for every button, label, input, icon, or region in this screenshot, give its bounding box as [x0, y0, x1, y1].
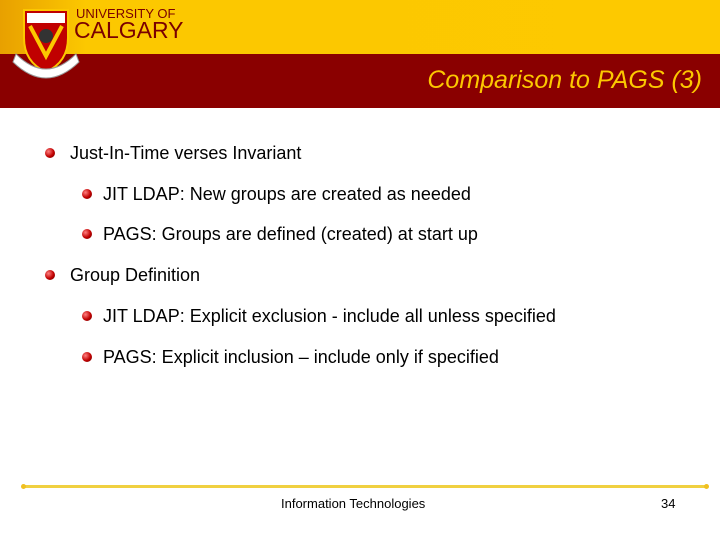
slide-title: Comparison to PAGS (3) [427, 66, 702, 94]
sub-bullet-icon [82, 311, 92, 321]
sub-bullet-item: JIT LDAP: Explicit exclusion - include a… [103, 306, 556, 326]
bullet-icon [45, 148, 55, 158]
sub-bullet-item: JIT LDAP: New groups are created as need… [103, 184, 471, 204]
footer-divider [21, 484, 709, 489]
sub-bullet-item: PAGS: Groups are defined (created) at st… [103, 224, 478, 244]
bullet-icon [45, 270, 55, 280]
logo-text-calgary: CALGARY [74, 17, 184, 43]
sub-bullet-icon [82, 189, 92, 199]
sub-bullet-item: PAGS: Explicit inclusion – include only … [103, 347, 499, 367]
footer-department: Information Technologies [281, 496, 426, 511]
bullet-item: Just-In-Time verses Invariant [70, 143, 302, 163]
page-number: 34 [661, 496, 676, 511]
sub-bullet-icon [82, 229, 92, 239]
bullet-item: Group Definition [70, 265, 201, 285]
sub-bullet-icon [82, 352, 92, 362]
